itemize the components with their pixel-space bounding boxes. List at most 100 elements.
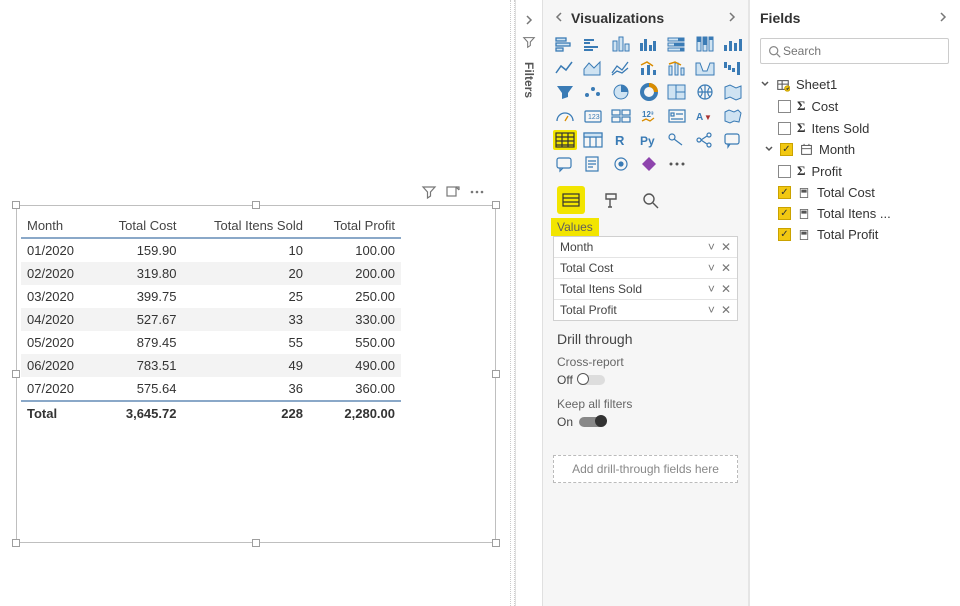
svg-text:Py: Py: [640, 134, 655, 148]
fields-search[interactable]: [760, 38, 949, 64]
table-row: 02/2020319.8020200.00: [21, 262, 401, 285]
narrative-icon[interactable]: [553, 154, 577, 174]
focus-mode-icon[interactable]: [445, 184, 461, 200]
well-item[interactable]: Month ˅ ✕: [554, 237, 737, 258]
field-label: Total Itens ...: [817, 206, 891, 221]
expand-vis-icon[interactable]: [726, 10, 738, 26]
measure-icon: [797, 228, 811, 242]
remove-icon[interactable]: ✕: [721, 303, 731, 317]
gauge-icon[interactable]: [553, 106, 577, 126]
area-icon[interactable]: [581, 58, 605, 78]
shape-map-icon[interactable]: [721, 106, 745, 126]
filter-icon[interactable]: [421, 184, 437, 200]
fields-tab[interactable]: [557, 186, 585, 214]
field-itens-sold[interactable]: Σ Itens Sold: [774, 117, 953, 139]
azure-map-icon[interactable]: A▼: [693, 106, 717, 126]
well-item-label: Month: [560, 240, 593, 254]
filled-map-icon[interactable]: [721, 82, 745, 102]
treemap-icon[interactable]: [665, 82, 689, 102]
checkbox-checked[interactable]: ✓: [778, 186, 791, 199]
map-icon[interactable]: [693, 82, 717, 102]
remove-icon[interactable]: ✕: [721, 240, 731, 254]
field-cost[interactable]: Σ Cost: [774, 95, 953, 117]
checkbox-checked[interactable]: ✓: [780, 143, 793, 156]
table-node-sheet1[interactable]: Sheet1: [756, 74, 953, 95]
checkbox[interactable]: [778, 100, 791, 113]
well-item[interactable]: Total Profit ˅✕: [554, 300, 737, 320]
well-item[interactable]: Total Cost ˅✕: [554, 258, 737, 279]
checkbox[interactable]: [778, 165, 791, 178]
chevron-down-icon[interactable]: ˅: [708, 303, 715, 317]
matrix-icon[interactable]: [581, 130, 605, 150]
chevron-down-icon[interactable]: ˅: [708, 240, 715, 254]
combo-line-column-icon[interactable]: [637, 58, 661, 78]
powerapps-icon[interactable]: [637, 154, 661, 174]
calendar-icon: [799, 143, 813, 157]
field-label: Month: [819, 142, 855, 157]
r-visual-icon[interactable]: R: [609, 130, 633, 150]
well-item[interactable]: Total Itens Sold ˅✕: [554, 279, 737, 300]
remove-icon[interactable]: ✕: [721, 261, 731, 275]
expand-fields-icon[interactable]: [937, 10, 949, 26]
waterfall-icon[interactable]: [721, 58, 745, 78]
line-icon[interactable]: [553, 58, 577, 78]
col-header[interactable]: Total Itens Sold: [182, 214, 308, 238]
clustered-bar-icon[interactable]: [581, 34, 605, 54]
kpi-icon[interactable]: 12³: [637, 106, 661, 126]
combo-line-stacked-icon[interactable]: [665, 58, 689, 78]
keep-filters-toggle[interactable]: On: [557, 415, 734, 429]
field-profit[interactable]: Σ Profit: [774, 160, 953, 182]
paginated-icon[interactable]: [581, 154, 605, 174]
col-header[interactable]: Total Profit: [309, 214, 401, 238]
checkbox[interactable]: [778, 122, 791, 135]
more-visuals-icon[interactable]: [665, 154, 689, 174]
checkbox-checked[interactable]: ✓: [778, 228, 791, 241]
search-input[interactable]: [781, 43, 942, 59]
table-visual[interactable]: Month Total Cost Total Itens Sold Total …: [16, 205, 496, 543]
qa-icon[interactable]: [721, 130, 745, 150]
stacked-area-icon[interactable]: [609, 58, 633, 78]
chevron-down-icon[interactable]: [764, 142, 774, 157]
multi-card-icon[interactable]: [609, 106, 633, 126]
clustered-column-icon[interactable]: [637, 34, 661, 54]
col-header[interactable]: Total Cost: [95, 214, 183, 238]
remove-icon[interactable]: ✕: [721, 282, 731, 296]
analytics-tab[interactable]: [637, 186, 665, 214]
donut-icon[interactable]: [637, 82, 661, 102]
ribbon-icon[interactable]: [693, 58, 717, 78]
field-month[interactable]: ✓ Month: [774, 139, 953, 160]
slicer-icon[interactable]: [665, 106, 689, 126]
100-stacked-column-icon[interactable]: [693, 34, 717, 54]
col-header[interactable]: Month: [21, 214, 95, 238]
pie-icon[interactable]: [609, 82, 633, 102]
format-tab[interactable]: [597, 186, 625, 214]
py-visual-icon[interactable]: Py: [637, 130, 661, 150]
checkbox-checked[interactable]: ✓: [778, 207, 791, 220]
arcgis-icon[interactable]: [609, 154, 633, 174]
filters-pane-collapsed[interactable]: Filters: [515, 0, 543, 606]
expand-filters-icon[interactable]: [523, 14, 535, 29]
table-row: 07/2020575.6436360.00: [21, 377, 401, 401]
field-total-itens[interactable]: ✓ Total Itens ...: [774, 203, 953, 224]
search-icon: [767, 44, 781, 58]
line-chart-icon[interactable]: [721, 34, 745, 54]
collapse-vis-icon[interactable]: [553, 10, 565, 26]
more-options-icon[interactable]: [469, 184, 485, 200]
scatter-icon[interactable]: [581, 82, 605, 102]
values-well[interactable]: Month ˅✕ Total Cost ˅✕ Total Itens Sold …: [553, 236, 738, 321]
field-total-profit[interactable]: ✓ Total Profit: [774, 224, 953, 245]
report-canvas[interactable]: Month Total Cost Total Itens Sold Total …: [0, 0, 510, 606]
table-visual-icon[interactable]: [553, 130, 577, 150]
drill-through-dropzone[interactable]: Add drill-through fields here: [553, 455, 738, 483]
chevron-down-icon[interactable]: ˅: [708, 282, 715, 296]
chevron-down-icon[interactable]: ˅: [708, 261, 715, 275]
card-icon[interactable]: 123: [581, 106, 605, 126]
cross-report-toggle[interactable]: Off: [557, 373, 734, 387]
key-influencers-icon[interactable]: [665, 130, 689, 150]
stacked-column-icon[interactable]: [609, 34, 633, 54]
100-stacked-bar-icon[interactable]: [665, 34, 689, 54]
stacked-bar-icon[interactable]: [553, 34, 577, 54]
funnel-icon[interactable]: [553, 82, 577, 102]
field-total-cost[interactable]: ✓ Total Cost: [774, 182, 953, 203]
decomposition-icon[interactable]: [693, 130, 717, 150]
